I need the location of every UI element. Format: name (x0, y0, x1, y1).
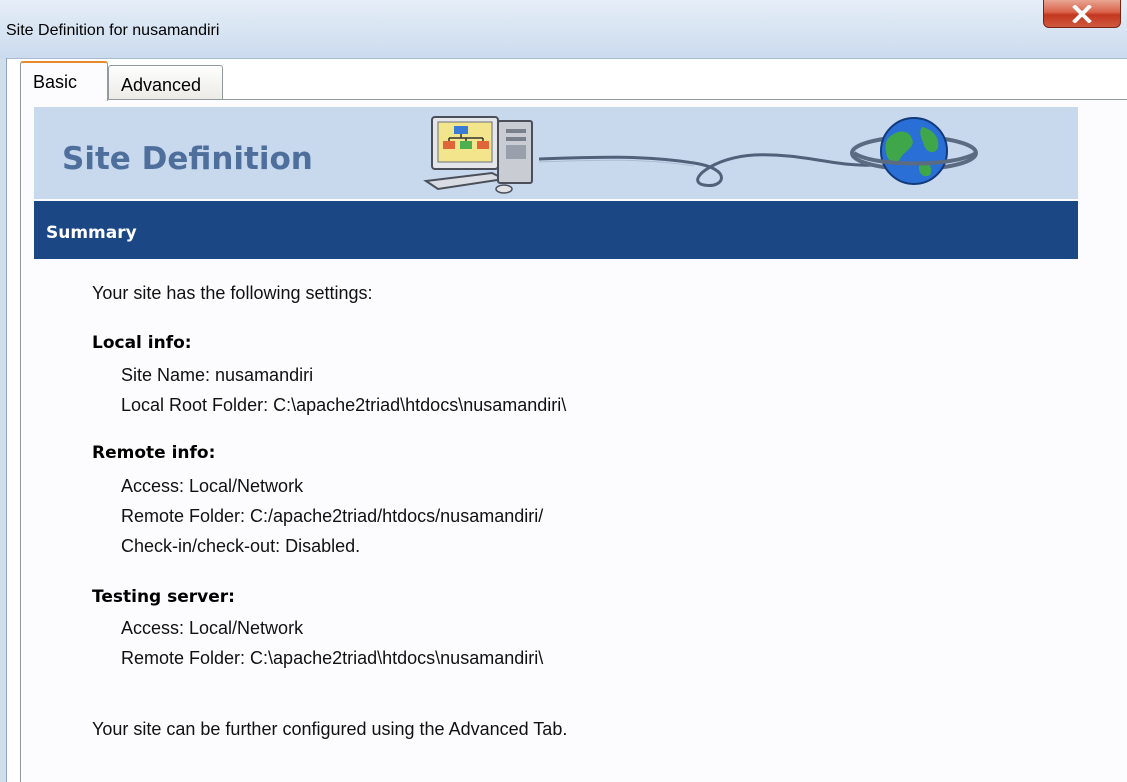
tab-advanced[interactable]: Advanced (108, 65, 223, 99)
summary-header: Summary (34, 201, 1078, 259)
close-button[interactable] (1043, 0, 1121, 28)
tab-advanced-label: Advanced (121, 75, 202, 95)
summary-intro: Your site has the following settings: (92, 283, 373, 303)
remote-access: Access: Local/Network (121, 476, 304, 496)
testing-server-heading: Testing server: (92, 587, 235, 607)
globe-icon (850, 117, 978, 185)
tab-basic-label: Basic (33, 72, 78, 92)
window-title: Site Definition for nusamandiri (6, 22, 220, 39)
summary-footer: Your site can be further configured usin… (92, 719, 568, 739)
local-root-folder: Local Root Folder: C:\apache2triad\htdoc… (121, 395, 567, 415)
testing-access: Access: Local/Network (121, 618, 304, 638)
testing-remote-folder: Remote Folder: C:\apache2triad\htdocs\nu… (121, 648, 544, 668)
local-site-name: Site Name: nusamandiri (121, 365, 314, 385)
summary-title: Summary (46, 223, 137, 243)
local-info-heading: Local info: (92, 333, 192, 353)
computer-icon (423, 116, 533, 194)
window-frame (0, 58, 7, 782)
tab-basic[interactable]: Basic (20, 61, 108, 101)
remote-checkin: Check-in/check-out: Disabled. (121, 536, 361, 556)
remote-folder: Remote Folder: C:/apache2triad/htdocs/nu… (121, 506, 544, 526)
close-x-icon (1072, 4, 1092, 23)
remote-info-heading: Remote info: (92, 443, 216, 463)
banner-artwork (423, 116, 978, 194)
site-definition-banner: Site Definition (34, 107, 1078, 199)
window-title-bar: Site Definition for nusamandiri (0, 0, 1127, 59)
